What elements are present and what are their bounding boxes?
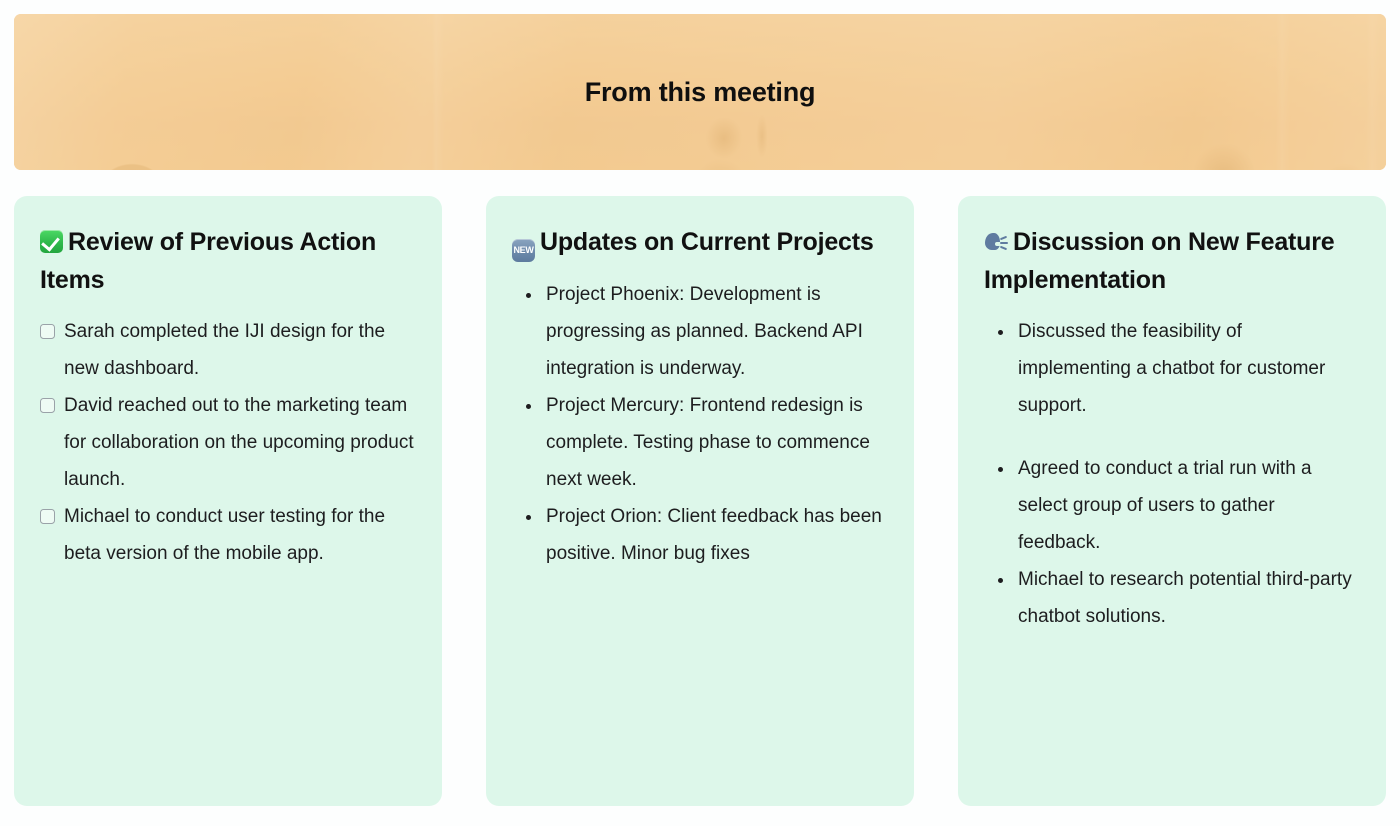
page-title: From this meeting (584, 76, 816, 107)
speaking-head-icon (984, 230, 1008, 253)
card-review-previous-action-items: Review of Previous Action Items Sarah co… (14, 196, 442, 806)
checklist-item-label: Michael to conduct user testing for the … (64, 506, 386, 564)
new-button-icon: NEW (512, 239, 535, 262)
page-root: From this meeting Review of Previous Act… (0, 0, 1400, 826)
project-updates-list: Project Phoenix: Development is progress… (512, 276, 888, 572)
card-title-text: Updates on Current Projects (540, 228, 874, 256)
card-title: Discussion on New Feature Implementation (984, 224, 1360, 299)
list-item: Project Mercury: Frontend redesign is co… (518, 387, 888, 498)
checklist-item-label: Sarah completed the IJI design for the n… (64, 321, 386, 379)
checklist-item[interactable]: Sarah completed the IJI design for the n… (40, 313, 416, 387)
list-item: Project Orion: Client feedback has been … (518, 498, 888, 572)
list-item: Discussed the feasibility of implementin… (990, 313, 1360, 424)
list-item: Agreed to conduct a trial run with a sel… (990, 450, 1360, 561)
checklist-item[interactable]: David reached out to the marketing team … (40, 387, 416, 498)
card-title-text: Review of Previous Action Items (40, 228, 377, 294)
checkbox-icon[interactable] (40, 398, 55, 413)
meeting-banner: From this meeting (14, 14, 1386, 170)
discussion-points-list: Discussed the feasibility of implementin… (984, 313, 1360, 635)
card-discussion-new-feature: Discussion on New Feature Implementation… (958, 196, 1386, 806)
summary-cards-row: Review of Previous Action Items Sarah co… (14, 196, 1386, 806)
card-title-text: Discussion on New Feature Implementation (984, 228, 1335, 294)
checkbox-icon[interactable] (40, 509, 55, 524)
action-items-checklist: Sarah completed the IJI design for the n… (40, 313, 416, 572)
card-title: Review of Previous Action Items (40, 224, 416, 299)
card-updates-on-current-projects: NEW Updates on Current Projects Project P… (486, 196, 914, 806)
list-item: Michael to research potential third-part… (990, 561, 1360, 635)
checkbox-icon[interactable] (40, 324, 55, 339)
card-title: NEW Updates on Current Projects (512, 224, 888, 262)
checklist-item-label: David reached out to the marketing team … (64, 395, 414, 490)
checklist-item[interactable]: Michael to conduct user testing for the … (40, 498, 416, 572)
list-item: Project Phoenix: Development is progress… (518, 276, 888, 387)
white-check-mark-icon (40, 230, 63, 253)
